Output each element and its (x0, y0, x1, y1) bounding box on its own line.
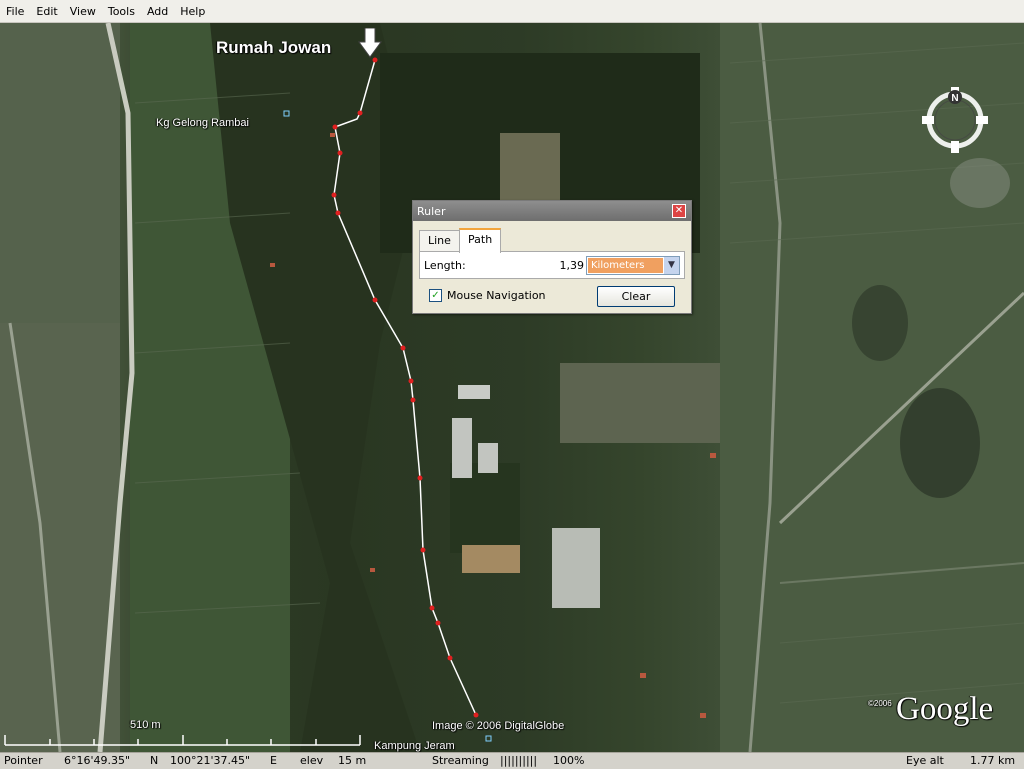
mouse-navigation-checkbox[interactable]: ✓ (429, 289, 442, 302)
ruler-title: Ruler (417, 204, 446, 218)
menu-file[interactable]: File (0, 5, 30, 18)
elevation-label: elev (300, 754, 324, 767)
scale-label: 510 m (130, 719, 161, 731)
ruler-dialog: Ruler ✕ Line Path Length: 1,39 Kilometer… (412, 200, 692, 314)
tab-line[interactable]: Line (419, 230, 460, 251)
length-value: 1,39 (559, 259, 585, 272)
close-icon[interactable]: ✕ (672, 204, 686, 218)
unit-select[interactable]: Kilometers ▼ (586, 256, 680, 275)
menu-edit[interactable]: Edit (30, 5, 63, 18)
streaming-label: Streaming (432, 754, 489, 767)
menu-help[interactable]: Help (174, 5, 211, 18)
eye-alt-value: 1.77 km (970, 754, 1016, 767)
map-view[interactable]: Rumah Jowan Kg Gelong Rambai Kampung Jer… (0, 23, 1024, 752)
unit-selected-value: Kilometers (588, 258, 663, 273)
satellite-imagery (0, 23, 1024, 752)
pointer-label: Pointer (4, 754, 43, 767)
length-label: Length: (424, 259, 466, 272)
google-logo: Google (896, 691, 994, 727)
tab-path[interactable]: Path (459, 228, 502, 253)
compass-icon[interactable]: N (920, 85, 990, 158)
menu-bar: File Edit View Tools Add Help (0, 0, 1024, 23)
latitude-direction: N (150, 754, 159, 767)
clear-button[interactable]: Clear (597, 286, 675, 307)
eye-alt-label: Eye alt (906, 754, 944, 767)
imagery-copyright: Image © 2006 DigitalGlobe (432, 720, 565, 732)
elevation-value: 15 m (338, 754, 367, 767)
menu-tools[interactable]: Tools (102, 5, 141, 18)
chevron-down-icon[interactable]: ▼ (664, 257, 679, 274)
place-label-kg-gelong-rambai: Kg Gelong Rambai (156, 117, 249, 129)
google-logo-year: ©2006 (868, 699, 892, 708)
down-arrow-icon (358, 28, 382, 58)
menu-view[interactable]: View (64, 5, 102, 18)
streaming-progress-bar: |||||||||| (500, 754, 538, 767)
longitude-direction: E (270, 754, 277, 767)
compass-north-label: N (951, 93, 958, 104)
place-label-rumah-jowan: Rumah Jowan (216, 38, 332, 57)
pointer-longitude: 100°21'37.45" (170, 754, 251, 767)
pointer-latitude: 6°16'49.35" (64, 754, 131, 767)
ruler-panel: Length: 1,39 Kilometers ▼ (419, 251, 685, 279)
ruler-titlebar[interactable]: Ruler ✕ (413, 201, 691, 221)
status-bar: Pointer 6°16'49.35" N 100°21'37.45" E el… (0, 752, 1024, 769)
streaming-percent: 100% (553, 754, 585, 767)
menu-add[interactable]: Add (141, 5, 174, 18)
mouse-navigation-label: Mouse Navigation (447, 289, 546, 302)
place-label-kampung-jeram: Kampung Jeram (374, 740, 455, 752)
